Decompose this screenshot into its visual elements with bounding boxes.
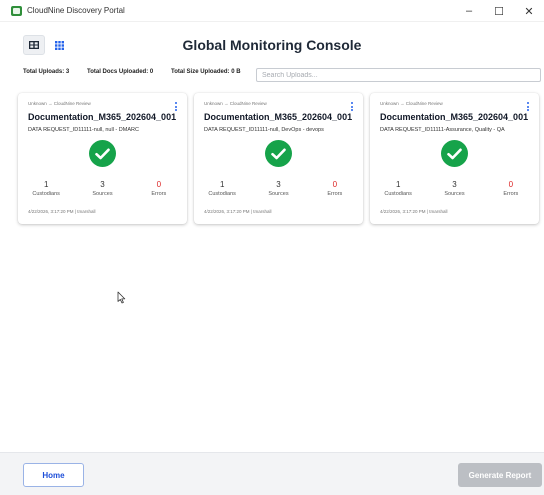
- errors-label: Errors: [503, 191, 519, 197]
- card-subtitle: DATA REQUEST_ID11111-null, null - DMARC: [28, 127, 139, 133]
- window-controls: – ☐ ✕: [454, 0, 544, 22]
- kebab-menu-icon[interactable]: [350, 102, 354, 111]
- search-input[interactable]: [256, 68, 541, 82]
- footer-bar: Home Generate Report: [0, 452, 544, 495]
- sources-count: 3: [276, 180, 281, 189]
- errors-count: 0: [332, 180, 338, 189]
- upload-card[interactable]: Unknown → CloudNine Review Documentation…: [18, 93, 187, 224]
- metric-errors: 0 Errors: [131, 180, 187, 197]
- home-button[interactable]: Home: [23, 463, 84, 487]
- card-timestamp: 4/22/2026, 3:17:20 PM | tmarshall: [204, 209, 272, 214]
- card-breadcrumb: Unknown → CloudNine Review: [28, 101, 91, 106]
- card-metrics: 1 Custodians 3 Sources 0 Errors: [18, 180, 187, 197]
- kebab-menu-icon[interactable]: [526, 102, 530, 111]
- errors-label: Errors: [151, 191, 167, 197]
- card-subtitle: DATA REQUEST_ID11111-Assurance, Quality …: [380, 127, 505, 133]
- custodians-label: Custodians: [32, 191, 60, 197]
- window-title: CloudNine Discovery Portal: [27, 6, 125, 15]
- sources-label: Sources: [268, 191, 289, 197]
- metric-errors: 0 Errors: [307, 180, 363, 197]
- custodians-count: 1: [219, 180, 225, 189]
- custodians-label: Custodians: [384, 191, 412, 197]
- page-title: Global Monitoring Console: [182, 37, 362, 53]
- minimize-button[interactable]: –: [454, 0, 484, 22]
- sources-count: 3: [100, 180, 105, 189]
- metric-sources: 3 Sources: [426, 180, 482, 197]
- app-logo-icon: [11, 5, 22, 16]
- kebab-menu-icon[interactable]: [174, 102, 178, 111]
- stat-total-docs: Total Docs Uploaded: 0: [87, 69, 154, 75]
- upload-stats: Total Uploads: 3 Total Docs Uploaded: 0 …: [23, 69, 259, 75]
- window-titlebar: CloudNine Discovery Portal – ☐ ✕: [0, 0, 544, 22]
- metric-sources: 3 Sources: [250, 180, 306, 197]
- card-title: Documentation_M365_202604_001: [380, 112, 529, 122]
- sources-count: 3: [452, 180, 457, 189]
- card-timestamp: 4/22/2026, 3:17:20 PM | tmarshall: [28, 209, 96, 214]
- upload-card[interactable]: Unknown → CloudNine Review Documentation…: [194, 93, 363, 224]
- card-breadcrumb: Unknown → CloudNine Review: [204, 101, 267, 106]
- errors-count: 0: [156, 180, 162, 189]
- metric-sources: 3 Sources: [74, 180, 130, 197]
- mouse-cursor-icon: [117, 291, 126, 304]
- custodians-count: 1: [43, 180, 49, 189]
- stat-total-size: Total Size Uploaded: 0 B: [171, 69, 241, 75]
- custodians-label: Custodians: [208, 191, 236, 197]
- card-title: Documentation_M365_202604_001: [204, 112, 353, 122]
- check-circle-icon: [441, 140, 468, 167]
- card-title: Documentation_M365_202604_001: [28, 112, 177, 122]
- sources-label: Sources: [444, 191, 465, 197]
- sources-label: Sources: [92, 191, 113, 197]
- check-circle-icon: [265, 140, 292, 167]
- errors-count: 0: [508, 180, 514, 189]
- metric-custodians: 1 Custodians: [194, 180, 250, 197]
- generate-report-button[interactable]: Generate Report: [458, 463, 542, 487]
- metric-errors: 0 Errors: [483, 180, 539, 197]
- metric-custodians: 1 Custodians: [370, 180, 426, 197]
- check-circle-icon: [89, 140, 116, 167]
- maximize-button[interactable]: ☐: [484, 0, 514, 22]
- close-button[interactable]: ✕: [514, 0, 544, 22]
- card-timestamp: 4/22/2026, 3:17:20 PM | tmarshall: [380, 209, 448, 214]
- card-breadcrumb: Unknown → CloudNine Review: [380, 101, 443, 106]
- errors-label: Errors: [327, 191, 343, 197]
- card-subtitle: DATA REQUEST_ID11111-null, DevOps - devo…: [204, 127, 324, 133]
- upload-card[interactable]: Unknown → CloudNine Review Documentation…: [370, 93, 539, 224]
- custodians-count: 1: [395, 180, 401, 189]
- card-metrics: 1 Custodians 3 Sources 0 Errors: [370, 180, 539, 197]
- card-metrics: 1 Custodians 3 Sources 0 Errors: [194, 180, 363, 197]
- metric-custodians: 1 Custodians: [18, 180, 74, 197]
- stat-total-uploads: Total Uploads: 3: [23, 69, 70, 75]
